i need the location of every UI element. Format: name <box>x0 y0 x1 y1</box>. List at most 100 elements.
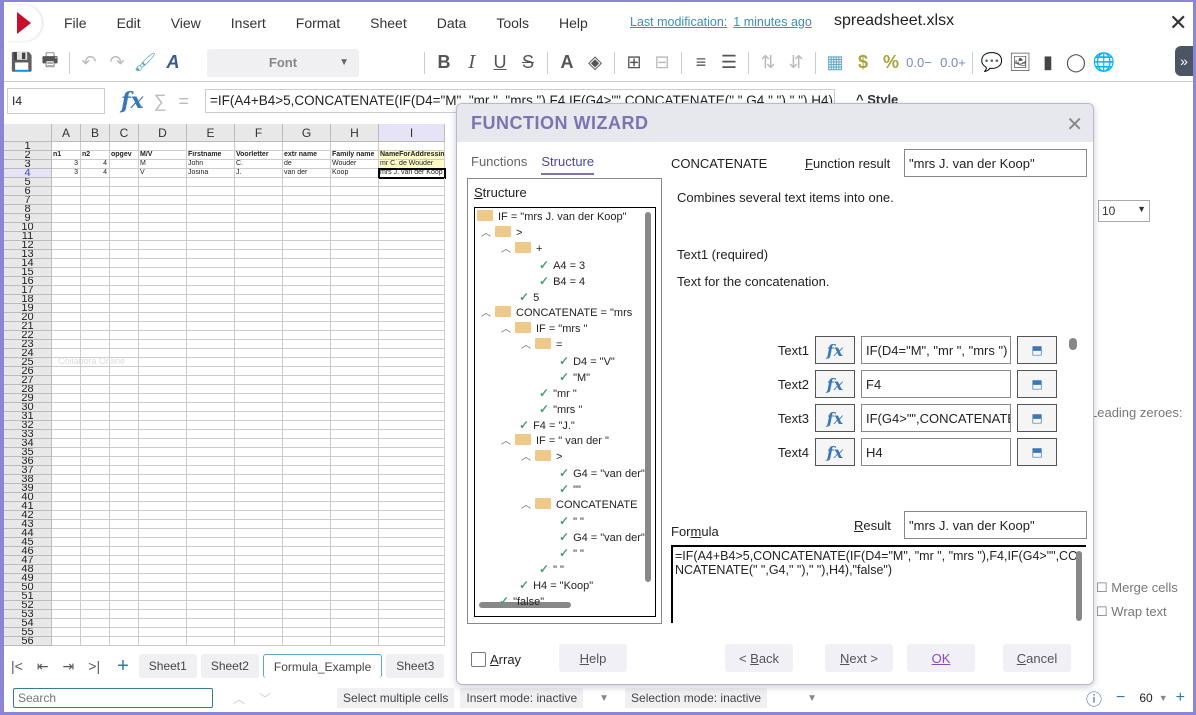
shrink-select-icon[interactable]: ⬒ <box>1017 404 1057 432</box>
align-icon[interactable]: ≡ <box>689 51 713 75</box>
shrink-select-icon[interactable]: ⬒ <box>1017 336 1057 364</box>
cell-f12[interactable] <box>235 241 283 250</box>
cell-c19[interactable] <box>110 304 139 313</box>
cell-g6[interactable] <box>283 187 331 196</box>
cell-g47[interactable] <box>283 556 331 565</box>
cell-i37[interactable] <box>379 466 445 475</box>
cell-d1[interactable] <box>139 142 187 151</box>
cell-a31[interactable] <box>52 412 81 421</box>
cell-d2[interactable]: M/V <box>139 151 187 160</box>
print-icon[interactable]: 🖶 <box>38 50 62 75</box>
cell-e27[interactable] <box>187 376 235 385</box>
cell-i41[interactable] <box>379 502 445 511</box>
expand-toolbar-icon[interactable]: » <box>1175 46 1193 76</box>
cell-g45[interactable] <box>283 538 331 547</box>
cell-b12[interactable] <box>81 241 110 250</box>
cell-e6[interactable] <box>187 187 235 196</box>
cell-a8[interactable] <box>52 205 81 214</box>
cell-c28[interactable] <box>110 385 139 394</box>
cell-c50[interactable] <box>110 583 139 592</box>
cell-c45[interactable] <box>110 538 139 547</box>
menu-help[interactable]: Help <box>559 15 588 31</box>
cell-f7[interactable] <box>235 196 283 205</box>
cell-i35[interactable] <box>379 448 445 457</box>
cell-e14[interactable] <box>187 259 235 268</box>
cell-d17[interactable] <box>139 286 187 295</box>
cell-c13[interactable] <box>110 250 139 259</box>
cell-d19[interactable] <box>139 304 187 313</box>
cell-h56[interactable] <box>331 637 379 646</box>
row-header[interactable]: 16 <box>4 277 52 286</box>
close-document-icon[interactable]: ✕ <box>1169 10 1187 36</box>
cell-h41[interactable] <box>331 502 379 511</box>
row-header[interactable]: 36 <box>4 457 52 466</box>
cell-i19[interactable] <box>379 304 445 313</box>
cell-g48[interactable] <box>283 565 331 574</box>
cell-c18[interactable] <box>110 295 139 304</box>
clear-formatting-icon[interactable]: A <box>161 51 185 75</box>
cell-f52[interactable] <box>235 601 283 610</box>
row-header[interactable]: 50 <box>4 583 52 592</box>
cell-d7[interactable] <box>139 196 187 205</box>
cell-d39[interactable] <box>139 484 187 493</box>
cell-h40[interactable] <box>331 493 379 502</box>
array-checkbox[interactable]: Array <box>471 652 521 667</box>
column-header-d[interactable]: D <box>139 124 187 142</box>
cell-c32[interactable] <box>110 421 139 430</box>
cell-f18[interactable] <box>235 295 283 304</box>
close-icon[interactable]: ✕ <box>1066 112 1083 137</box>
row-header[interactable]: 1 <box>4 142 52 151</box>
cell-d32[interactable] <box>139 421 187 430</box>
cancel-button[interactable]: Cancel <box>1003 644 1071 672</box>
cell-b45[interactable] <box>81 538 110 547</box>
cell-e9[interactable] <box>187 214 235 223</box>
cell-i10[interactable] <box>379 223 445 232</box>
cell-a4[interactable]: 3 <box>52 169 81 178</box>
cell-a21[interactable] <box>52 322 81 331</box>
cell-h47[interactable] <box>331 556 379 565</box>
cell-c56[interactable] <box>110 637 139 646</box>
name-box[interactable]: I4 <box>7 88 105 114</box>
cell-b36[interactable] <box>81 457 110 466</box>
cell-i8[interactable] <box>379 205 445 214</box>
cell-i28[interactable] <box>379 385 445 394</box>
cell-f29[interactable] <box>235 394 283 403</box>
cell-e37[interactable] <box>187 466 235 475</box>
cell-f51[interactable] <box>235 592 283 601</box>
cell-d27[interactable] <box>139 376 187 385</box>
cell-i50[interactable] <box>379 583 445 592</box>
tree-node[interactable]: ✓ B4 = 4 <box>539 273 585 289</box>
cell-e8[interactable] <box>187 205 235 214</box>
result-field[interactable]: "mrs J. van der Koop" <box>904 511 1087 539</box>
zoom-out-icon[interactable]: − <box>1116 689 1125 707</box>
cell-h21[interactable] <box>331 322 379 331</box>
cell-i6[interactable] <box>379 187 445 196</box>
tree-node[interactable]: ✓ G4 = "van der" <box>559 465 645 481</box>
cell-e23[interactable] <box>187 340 235 349</box>
cell-i23[interactable] <box>379 340 445 349</box>
cell-a49[interactable] <box>52 574 81 583</box>
cell-e50[interactable] <box>187 583 235 592</box>
cell-a36[interactable] <box>52 457 81 466</box>
row-header[interactable]: 45 <box>4 538 52 547</box>
cell-e26[interactable] <box>187 367 235 376</box>
cell-f28[interactable] <box>235 385 283 394</box>
cell-f2[interactable]: Voorletter <box>235 151 283 160</box>
cell-i22[interactable] <box>379 331 445 340</box>
cell-g7[interactable] <box>283 196 331 205</box>
tree-node[interactable]: ︿ = <box>521 337 562 353</box>
collapse-icon[interactable]: ︿ <box>481 308 491 319</box>
help-button[interactable]: Help <box>559 644 627 672</box>
cell-a56[interactable] <box>52 637 81 646</box>
last-sheet-icon[interactable]: >| <box>88 658 100 674</box>
cell-i15[interactable] <box>379 268 445 277</box>
cell-h14[interactable] <box>331 259 379 268</box>
cell-d51[interactable] <box>139 592 187 601</box>
row-header[interactable]: 6 <box>4 187 52 196</box>
cell-b14[interactable] <box>81 259 110 268</box>
cell-b9[interactable] <box>81 214 110 223</box>
spreadsheet-grid[interactable]: ABCDEFGHI 1 2 n1 n2 opgev M/V Firstname Voorlet… <box>4 124 454 648</box>
cell-e47[interactable] <box>187 556 235 565</box>
tree-node[interactable]: ︿ IF = " van der " <box>501 433 609 449</box>
cell-h5[interactable] <box>331 178 379 187</box>
